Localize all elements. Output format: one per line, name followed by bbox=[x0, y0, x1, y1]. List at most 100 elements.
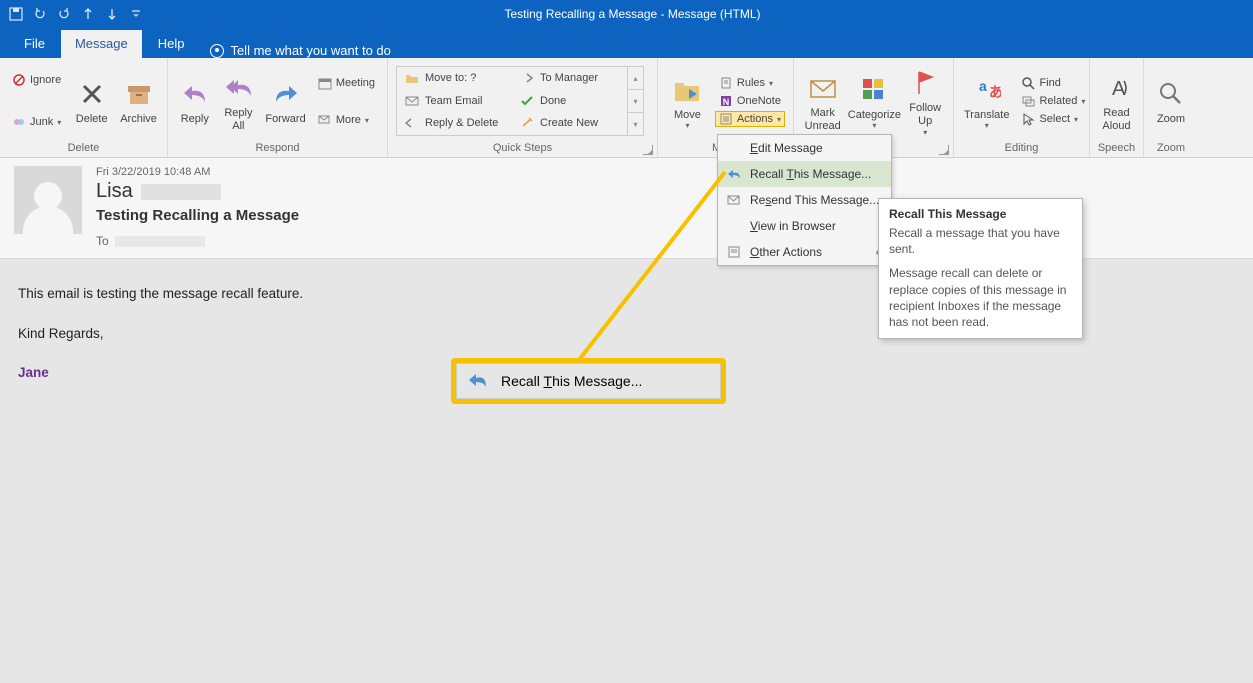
translate-button[interactable]: aあTranslate▾ bbox=[962, 72, 1011, 131]
qs-create-new-label: Create New bbox=[540, 117, 598, 129]
tooltip-text-2: Message recall can delete or replace cop… bbox=[889, 265, 1072, 330]
group-editing: aあTranslate▾ Find Related▾ Select▾ Editi… bbox=[954, 58, 1090, 157]
qs-to-manager-label: To Manager bbox=[540, 72, 598, 84]
tab-message[interactable]: Message bbox=[61, 30, 142, 58]
junk-button[interactable]: Junk▾ bbox=[8, 114, 65, 130]
qs-move-to[interactable]: Move to: ? bbox=[397, 67, 512, 90]
actions-button[interactable]: Actions▾ bbox=[715, 111, 785, 127]
qs-to-manager[interactable]: To Manager bbox=[512, 67, 627, 90]
qs-done[interactable]: Done bbox=[512, 90, 627, 113]
onenote-button[interactable]: N OneNote bbox=[715, 93, 785, 109]
resend-icon bbox=[726, 192, 742, 208]
quick-access-toolbar bbox=[0, 6, 152, 22]
reply-icon bbox=[179, 78, 211, 110]
forward-button[interactable]: Forward bbox=[263, 76, 308, 126]
onenote-label: OneNote bbox=[737, 95, 781, 107]
qs-move-to-label: Move to: ? bbox=[425, 72, 476, 84]
qs-reply-delete[interactable]: Reply & Delete bbox=[397, 112, 512, 135]
actions-menu: Edit Message Recall This Message... Rese… bbox=[717, 134, 892, 266]
window-title: Testing Recalling a Message - Message (H… bbox=[152, 7, 1113, 21]
follow-up-button[interactable]: Follow Up▾ bbox=[905, 65, 945, 136]
quick-steps-gallery[interactable]: Move to: ? Team Email Reply & Delete To … bbox=[396, 66, 644, 136]
move-button[interactable]: Move▾ bbox=[666, 72, 709, 131]
menu-resend-message[interactable]: Resend This Message... bbox=[718, 187, 891, 213]
previous-icon[interactable] bbox=[80, 6, 96, 22]
redo-icon[interactable] bbox=[56, 6, 72, 22]
svg-text:a: a bbox=[979, 78, 987, 94]
rules-button[interactable]: Rules▾ bbox=[715, 75, 785, 91]
meeting-button[interactable]: Meeting bbox=[314, 75, 379, 91]
related-button[interactable]: Related▾ bbox=[1017, 93, 1089, 109]
forward-label: Forward bbox=[265, 113, 305, 126]
tell-me-search[interactable]: Tell me what you want to do bbox=[200, 43, 400, 58]
title-bar: Testing Recalling a Message - Message (H… bbox=[0, 0, 1253, 28]
mark-unread-button[interactable]: Mark Unread bbox=[802, 70, 843, 132]
sent-date: Fri 3/22/2019 10:48 AM bbox=[96, 166, 1239, 178]
delete-icon bbox=[76, 78, 108, 110]
find-button[interactable]: Find bbox=[1017, 75, 1089, 91]
quick-steps-launcher[interactable] bbox=[643, 145, 653, 155]
callout-label: Recall This Message... bbox=[501, 373, 642, 389]
translate-label: Translate bbox=[964, 109, 1009, 122]
sender-redacted bbox=[141, 184, 221, 200]
more-respond-button[interactable]: More▾ bbox=[314, 113, 379, 127]
menu-edit-message[interactable]: Edit Message bbox=[718, 135, 891, 161]
recall-icon bbox=[467, 371, 487, 391]
group-speech: ARead Aloud Speech bbox=[1090, 58, 1144, 157]
reply-all-icon bbox=[222, 72, 254, 104]
read-aloud-button[interactable]: A Read Aloud bbox=[1098, 70, 1135, 132]
move-label: Move bbox=[674, 109, 701, 122]
undo-icon[interactable] bbox=[32, 6, 48, 22]
blank-icon bbox=[726, 218, 742, 234]
rules-label: Rules bbox=[737, 77, 765, 89]
group-respond-label: Respond bbox=[168, 140, 387, 157]
tell-me-label: Tell me what you want to do bbox=[230, 43, 390, 58]
zoom-button[interactable]: Zoom bbox=[1152, 76, 1190, 126]
forward-icon bbox=[270, 78, 302, 110]
zoom-icon bbox=[1155, 78, 1187, 110]
categorize-button[interactable]: Categorize▾ bbox=[849, 72, 899, 131]
delete-label: Delete bbox=[76, 113, 108, 126]
qs-done-label: Done bbox=[540, 95, 566, 107]
meeting-label: Meeting bbox=[336, 77, 375, 89]
svg-text:N: N bbox=[723, 97, 730, 107]
reply-all-label: Reply All bbox=[224, 107, 252, 132]
ribbon: Ignore Junk▾ Delete Archive Delete Reply… bbox=[0, 58, 1253, 158]
next-icon[interactable] bbox=[104, 6, 120, 22]
qs-team-email[interactable]: Team Email bbox=[397, 90, 512, 113]
translate-icon: aあ bbox=[971, 74, 1003, 106]
ignore-button[interactable]: Ignore bbox=[8, 72, 65, 88]
group-quick-steps: Move to: ? Team Email Reply & Delete To … bbox=[388, 58, 658, 157]
qs-gallery-scroll[interactable]: ▴▾▾ bbox=[627, 67, 643, 135]
reply-button[interactable]: Reply bbox=[176, 76, 214, 126]
qs-create-new[interactable]: Create New bbox=[512, 112, 627, 135]
related-label: Related bbox=[1039, 95, 1077, 107]
menu-recall-message[interactable]: Recall This Message... bbox=[718, 161, 891, 187]
svg-text:あ: あ bbox=[989, 84, 1001, 100]
tab-help[interactable]: Help bbox=[144, 30, 199, 58]
tags-launcher[interactable] bbox=[939, 145, 949, 155]
customize-qat-icon[interactable] bbox=[128, 6, 144, 22]
select-button[interactable]: Select▾ bbox=[1017, 111, 1089, 127]
other-actions-icon bbox=[726, 244, 742, 260]
archive-button[interactable]: Archive bbox=[118, 76, 159, 126]
reply-all-button[interactable]: Reply All bbox=[220, 70, 258, 132]
menu-other-actions[interactable]: Other Actions▸ bbox=[718, 239, 891, 265]
read-aloud-label: Read Aloud bbox=[1102, 107, 1130, 132]
select-label: Select bbox=[1039, 113, 1070, 125]
qs-reply-delete-label: Reply & Delete bbox=[425, 117, 498, 129]
menu-view-in-browser[interactable]: View in Browser bbox=[718, 213, 891, 239]
more-label: More bbox=[336, 114, 361, 126]
read-aloud-icon: A bbox=[1101, 72, 1133, 104]
tooltip-text-1: Recall a message that you have sent. bbox=[889, 225, 1072, 257]
to-redacted bbox=[115, 236, 205, 247]
group-zoom-label: Zoom bbox=[1144, 140, 1198, 157]
zoom-label: Zoom bbox=[1157, 113, 1185, 126]
delete-button[interactable]: Delete bbox=[71, 76, 112, 126]
tab-file[interactable]: File bbox=[10, 30, 59, 58]
callout-highlight: Recall This Message... bbox=[451, 358, 726, 404]
group-respond: Reply Reply All Forward Meeting More▾ Re… bbox=[168, 58, 388, 157]
envelope-icon bbox=[807, 72, 839, 104]
save-icon[interactable] bbox=[8, 6, 24, 22]
actions-label: Actions bbox=[737, 113, 773, 125]
